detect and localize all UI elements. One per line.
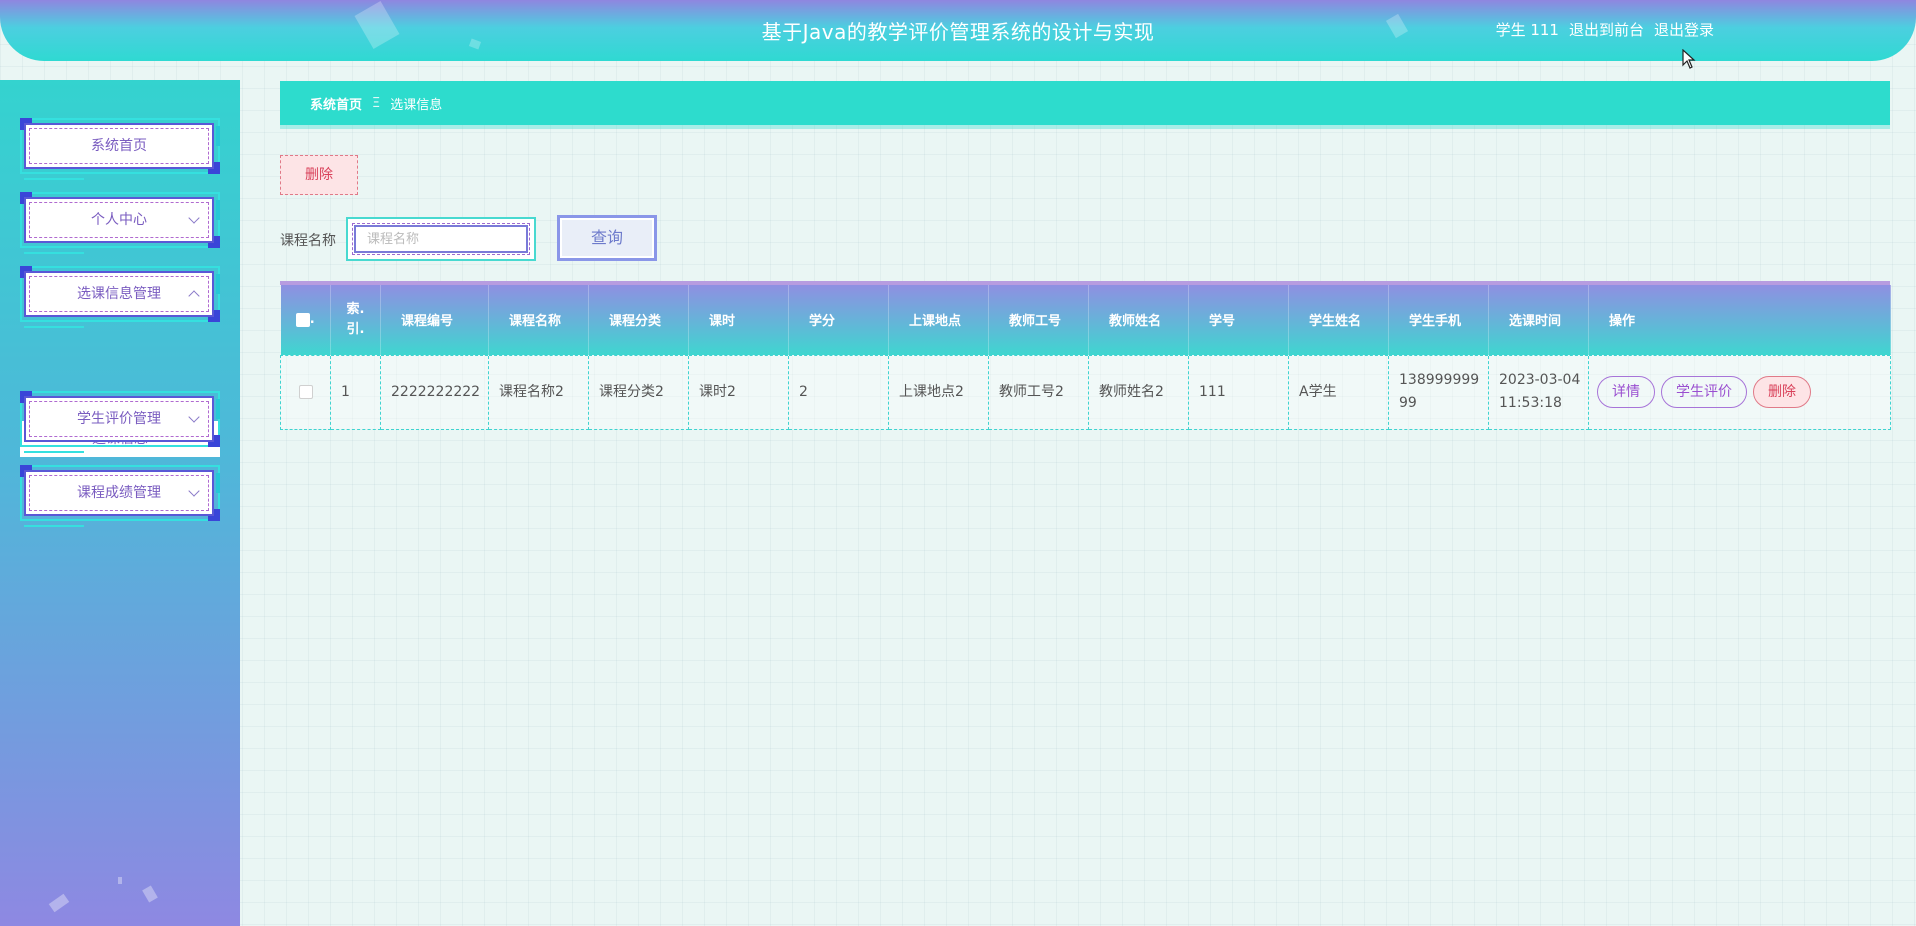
cell-teacher-name: 教师姓名2	[1088, 354, 1189, 430]
breadcrumb-current: 选课信息	[390, 97, 443, 113]
mouse-cursor-icon	[1682, 49, 1696, 69]
sidebar-decoration	[48, 893, 70, 913]
sidebar-item-home[interactable]: 系统首页	[20, 118, 220, 180]
column-header: 学生手机	[1388, 285, 1489, 355]
column-header: 课时	[688, 285, 789, 355]
row-checkbox[interactable]	[298, 384, 313, 399]
sidebar-item-label: 课程成绩管理	[77, 485, 161, 501]
top-header: 基于Java的教学评价管理系统的设计与实现 学生 111 退出到前台 退出登录	[0, 0, 1916, 61]
column-header: 教师工号	[988, 285, 1089, 355]
column-header: 学分	[788, 285, 889, 355]
column-header: 上课地点	[888, 285, 989, 355]
column-header: 课程名称	[488, 285, 589, 355]
batch-delete-button[interactable]: 删除	[280, 155, 358, 195]
sidebar-item-student-evaluation-management[interactable]: 学生评价管理	[20, 391, 220, 453]
select-all-header[interactable]: .	[280, 285, 331, 355]
evaluate-button[interactable]: 学生评价	[1661, 376, 1747, 408]
cell-actions: 详情 学生评价 删除	[1588, 354, 1891, 430]
cell-hours: 课时2	[688, 354, 789, 430]
column-header: 课程编号	[380, 285, 489, 355]
cell-location: 上课地点2	[888, 354, 989, 430]
cell-teacher-no: 教师工号2	[988, 354, 1089, 430]
sidebar-item-course-grade-management[interactable]: 课程成绩管理	[20, 465, 220, 527]
user-label: 学生 111	[1495, 21, 1559, 39]
cell-credit: 2	[788, 354, 889, 430]
breadcrumb: 系统首页 Ξ 选课信息	[280, 81, 1890, 125]
cell-course-category: 课程分类2	[588, 354, 689, 430]
search-input-frame	[346, 217, 536, 261]
detail-button[interactable]: 详情	[1597, 376, 1655, 408]
cell-course-no: 2222222222	[380, 354, 489, 430]
sidebar: 系统首页 个人中心 选课信息管理 选课信息 学生评价管理 课程成绩管理	[0, 80, 240, 926]
course-selection-table: . 索. 引. 课程编号 课程名称 课程分类 课时 学分 上课地点 教师工号 教…	[280, 281, 1891, 430]
sidebar-decoration	[118, 877, 122, 884]
breadcrumb-home[interactable]: 系统首页	[310, 94, 362, 113]
sidebar-decoration	[142, 885, 158, 903]
cell-index: 1	[330, 354, 381, 430]
column-header: 操作	[1588, 285, 1891, 355]
breadcrumb-separator-icon: Ξ	[372, 95, 381, 111]
sidebar-item-label: 学生评价管理	[77, 411, 161, 427]
table-header-row: . 索. 引. 课程编号 课程名称 课程分类 课时 学分 上课地点 教师工号 教…	[280, 285, 1891, 355]
row-select-cell	[280, 354, 331, 430]
search-label: 课程名称	[280, 233, 336, 249]
row-actions: 详情 学生评价 删除	[1597, 376, 1890, 408]
cell-select-time: 2023-03-04 11:53:18	[1488, 354, 1589, 430]
sidebar-item-personal-center[interactable]: 个人中心	[20, 192, 220, 254]
column-header: 课程分类	[588, 285, 689, 355]
sidebar-item-label: 选课信息管理	[77, 286, 161, 302]
column-header-index: 索. 引.	[330, 285, 381, 355]
search-button[interactable]: 查询	[557, 215, 657, 261]
course-name-search-input[interactable]	[352, 223, 530, 255]
column-header: 学号	[1188, 285, 1289, 355]
cell-student-no: 111	[1188, 354, 1289, 430]
cell-student-name: A学生	[1288, 354, 1389, 430]
sidebar-item-course-selection-management[interactable]: 选课信息管理	[20, 266, 220, 328]
logout-link[interactable]: 退出登录	[1654, 19, 1714, 40]
user-area: 学生 111 退出到前台 退出登录	[1496, 19, 1714, 40]
cell-student-phone: 13899999999	[1388, 354, 1489, 430]
exit-to-frontend-link[interactable]: 退出到前台	[1569, 19, 1644, 40]
sidebar-item-label: 个人中心	[91, 212, 147, 228]
row-delete-button[interactable]: 删除	[1753, 376, 1811, 408]
cell-course-name: 课程名称2	[488, 354, 589, 430]
sidebar-item-label: 系统首页	[91, 138, 147, 154]
select-all-checkbox[interactable]	[295, 312, 310, 327]
column-header: 学生姓名	[1288, 285, 1389, 355]
table-row: 1 2222222222 课程名称2 课程分类2 课时2 2 上课地点2 教师工…	[280, 354, 1891, 430]
column-header: 选课时间	[1488, 285, 1589, 355]
column-header: 教师姓名	[1088, 285, 1189, 355]
